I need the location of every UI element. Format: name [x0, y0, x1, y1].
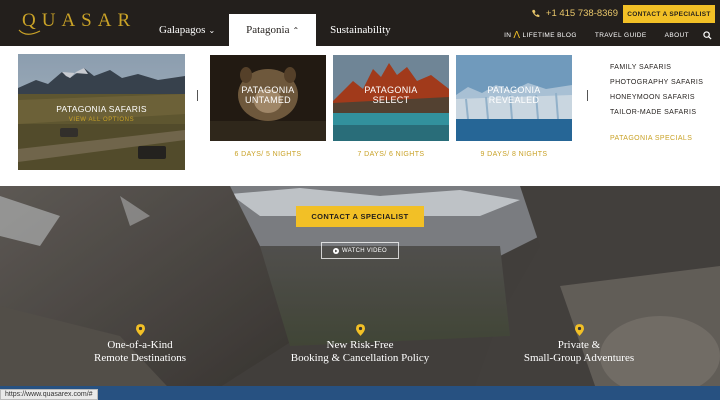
main-nav: Galapagos ⌄ Patagonia ⌃ Sustainability [145, 14, 405, 46]
travel-guide-link[interactable]: TRAVEL GUIDE [595, 32, 647, 39]
feature-1-line2: Remote Destinations [94, 352, 186, 364]
patagonia-specials-link[interactable]: PATAGONIA SPECIALS [610, 135, 703, 142]
family-safaris-link[interactable]: FAMILY SAFARIS [610, 60, 703, 75]
safari-type-links: FAMILY SAFARIS PHOTOGRAPHY SAFARIS HONEY… [610, 60, 703, 142]
tailor-made-safaris-link[interactable]: TAILOR-MADE SAFARIS [610, 105, 703, 120]
chevron-down-icon: ⌄ [208, 25, 216, 35]
tile-untamed-line1: PATAGONIA [241, 85, 295, 95]
nav-patagonia-label: Patagonia [246, 24, 290, 36]
search-icon[interactable] [703, 31, 712, 40]
lifetime-blog-link[interactable]: IN Λ LIFETIME BLOG [504, 30, 577, 41]
about-link[interactable]: ABOUT [665, 32, 689, 39]
blog-suffix: LIFETIME BLOG [522, 32, 577, 39]
tile-revealed-label: PATAGONIA REVEALED [456, 85, 572, 105]
carousel-next-arrow[interactable] [587, 90, 588, 101]
secondary-nav: IN Λ LIFETIME BLOG TRAVEL GUIDE ABOUT [486, 30, 712, 41]
tile-patagonia-revealed[interactable]: PATAGONIA REVEALED [456, 55, 572, 141]
tile-untamed-line2: UNTAMED [245, 95, 291, 105]
location-pin-icon [574, 324, 584, 336]
nav-sustainability[interactable]: Sustainability [316, 14, 405, 46]
nav-patagonia[interactable]: Patagonia ⌃ [229, 14, 317, 46]
tile-revealed-line2: REVEALED [488, 95, 540, 105]
view-all-options-link[interactable]: VIEW ALL OPTIONS [18, 117, 185, 123]
site-header: QUASAR Galapagos ⌄ Patagonia ⌃ Sustainab… [0, 0, 720, 46]
tile-untamed-duration: 6 DAYS/ 5 NIGHTS [234, 151, 302, 158]
quasar-logo[interactable]: QUASAR [18, 6, 130, 40]
patagonia-safaris-card[interactable]: PATAGONIA SAFARIS VIEW ALL OPTIONS [18, 54, 185, 170]
honeymoon-safaris-link[interactable]: HONEYMOON SAFARIS [610, 90, 703, 105]
chevron-up-icon: ⌃ [292, 25, 300, 35]
blog-prefix: IN [504, 32, 512, 39]
tile-select-line2: SELECT [372, 95, 410, 105]
tile-select-line1: PATAGONIA [364, 85, 418, 95]
tile-select-label: PATAGONIA SELECT [333, 85, 449, 105]
contact-specialist-hero-button[interactable]: CONTACT A SPECIALIST [296, 206, 424, 227]
feature-2-line2: Booking & Cancellation Policy [290, 352, 430, 364]
tile-revealed-duration: 9 DAYS/ 8 NIGHTS [480, 151, 548, 158]
location-pin-icon [355, 324, 365, 336]
quasar-a-icon: Λ [513, 30, 521, 41]
tile-revealed-line1: PATAGONIA [487, 85, 541, 95]
hero-section: CONTACT A SPECIALIST WATCH VIDEO One-of-… [0, 186, 720, 400]
phone-link[interactable]: +1 415 738-8369 [531, 8, 618, 19]
photography-safaris-link[interactable]: PHOTOGRAPHY SAFARIS [610, 75, 703, 90]
tile-untamed-label: PATAGONIA UNTAMED [210, 85, 326, 105]
browser-status-url: https://www.quasarex.com/# [0, 389, 98, 400]
location-pin-icon [135, 324, 145, 336]
phone-number: +1 415 738-8369 [545, 8, 618, 19]
feature-small-group: Private & Small-Group Adventures [489, 324, 669, 365]
watch-video-button[interactable]: WATCH VIDEO [321, 242, 399, 259]
feature-remote-destinations: One-of-a-Kind Remote Destinations [50, 324, 230, 365]
patagonia-mega-menu: PATAGONIA SAFARIS VIEW ALL OPTIONS PATAG… [0, 46, 720, 186]
feature-3-line1: Private & [557, 339, 601, 351]
play-icon [333, 247, 340, 254]
tile-select-duration: 7 DAYS/ 6 NIGHTS [357, 151, 425, 158]
phone-icon [531, 9, 540, 17]
watch-video-label: WATCH VIDEO [342, 247, 387, 254]
feature-3-line2: Small-Group Adventures [523, 352, 635, 364]
feature-1-line1: One-of-a-Kind [107, 339, 173, 351]
feature-risk-free-booking: New Risk-Free Booking & Cancellation Pol… [270, 324, 450, 365]
nav-sustainability-label: Sustainability [330, 24, 391, 36]
nav-galapagos-label: Galapagos [159, 24, 206, 36]
tile-patagonia-untamed[interactable]: PATAGONIA UNTAMED [210, 55, 326, 141]
contact-specialist-header-button[interactable]: CONTACT A SPECIALIST [623, 5, 715, 23]
nav-galapagos[interactable]: Galapagos ⌄ [145, 14, 229, 46]
feature-2-line1: New Risk-Free [326, 339, 394, 351]
patagonia-safaris-title: PATAGONIA SAFARIS [56, 104, 147, 114]
carousel-prev-arrow[interactable] [197, 90, 198, 101]
logo-swoosh-icon [18, 29, 41, 35]
tile-patagonia-select[interactable]: PATAGONIA SELECT [333, 55, 449, 141]
